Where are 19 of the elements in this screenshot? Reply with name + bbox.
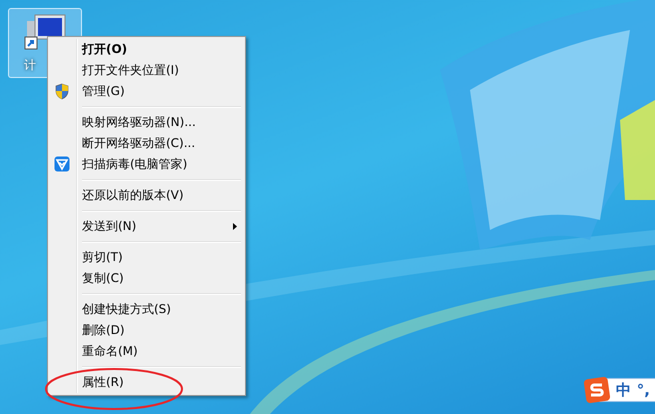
menu-item[interactable]: 映射网络驱动器(N)... — [50, 112, 243, 133]
menu-item[interactable]: 属性(R) — [50, 372, 243, 393]
shield-check-icon — [54, 156, 70, 172]
menu-item[interactable]: 扫描病毒(电脑管家) — [50, 154, 243, 175]
s-logo-icon[interactable] — [584, 377, 610, 403]
menu-item[interactable]: 发送到(N) — [50, 216, 243, 237]
submenu-arrow-icon — [233, 223, 237, 230]
icon-label: 计 — [24, 57, 36, 74]
menu-item[interactable]: 复制(C) — [50, 268, 243, 289]
menu-item[interactable]: 管理(G) — [50, 81, 243, 102]
menu-item[interactable]: 断开网络驱动器(C)... — [50, 133, 243, 154]
menu-item[interactable]: 还原以前的版本(V) — [50, 185, 243, 206]
menu-item[interactable]: 删除(D) — [50, 320, 243, 341]
shield-icon — [54, 83, 70, 100]
input-mode-toggle[interactable]: 中 — [616, 380, 631, 400]
menu-item[interactable]: 剪切(T) — [50, 247, 243, 268]
menu-item[interactable]: 创建快捷方式(S) — [50, 299, 243, 320]
punctuation-toggle[interactable]: °, — [636, 381, 650, 399]
menu-item[interactable]: 重命名(M) — [50, 341, 243, 362]
